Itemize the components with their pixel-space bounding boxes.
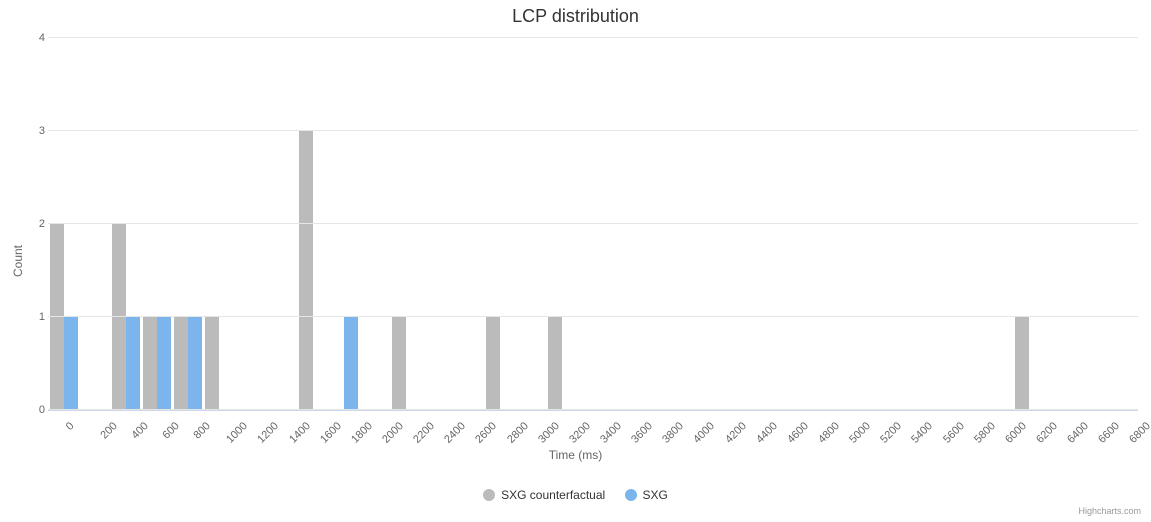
gridline [48, 223, 1138, 224]
x-tick-label: 1000 [224, 420, 250, 446]
legend-swatch-icon [483, 489, 495, 501]
x-tick-label: 1200 [256, 420, 282, 446]
x-tick-label: 5800 [972, 420, 998, 446]
x-tick-label: 2600 [474, 420, 500, 446]
x-tick-label: 6000 [1003, 420, 1029, 446]
y-tick-label: 3 [9, 125, 45, 137]
y-tick-label: 1 [9, 311, 45, 323]
x-tick-label: 6200 [1034, 420, 1060, 446]
x-axis-ticks: 0 200 400 600 800 100012001400160018002000220… [48, 414, 1138, 448]
bar[interactable] [188, 317, 202, 410]
x-tick-label: 6800 [1128, 420, 1151, 446]
y-axis-label: Count [11, 245, 25, 277]
x-tick-label: 1600 [318, 420, 344, 446]
credits-link[interactable]: Highcharts.com [1078, 506, 1141, 516]
legend-label: SXG counterfactual [501, 488, 605, 502]
bar[interactable] [299, 131, 313, 410]
gridline [48, 316, 1138, 317]
bar[interactable] [486, 317, 500, 410]
bar[interactable] [143, 317, 157, 410]
x-tick-label: 2200 [411, 420, 437, 446]
plot-area [48, 38, 1138, 411]
x-tick-label: 800 [192, 420, 213, 441]
legend: SXG counterfactual SXG [0, 488, 1151, 504]
x-tick-label: 2000 [380, 420, 406, 446]
bar[interactable] [205, 317, 219, 410]
legend-item-sxg[interactable]: SXG [625, 488, 668, 502]
bar[interactable] [344, 317, 358, 410]
y-tick-label: 2 [9, 218, 45, 230]
x-tick-label: 4600 [785, 420, 811, 446]
bar[interactable] [392, 317, 406, 410]
x-tick-label: 5400 [910, 420, 936, 446]
x-tick-label: 0 [63, 420, 76, 433]
bar[interactable] [64, 317, 78, 410]
x-tick-label: 4200 [723, 420, 749, 446]
legend-label: SXG [643, 488, 668, 502]
y-tick-label: 0 [9, 404, 45, 416]
bar[interactable] [1015, 317, 1029, 410]
x-tick-label: 4000 [692, 420, 718, 446]
x-tick-label: 600 [160, 420, 181, 441]
x-tick-label: 2800 [505, 420, 531, 446]
x-tick-label: 2400 [442, 420, 468, 446]
x-tick-label: 200 [98, 420, 119, 441]
x-tick-label: 3600 [629, 420, 655, 446]
x-tick-label: 5200 [878, 420, 904, 446]
x-tick-label: 5600 [941, 420, 967, 446]
x-tick-label: 3200 [567, 420, 593, 446]
bar[interactable] [157, 317, 171, 410]
x-tick-label: 4800 [816, 420, 842, 446]
legend-swatch-icon [625, 489, 637, 501]
chart-title: LCP distribution [0, 6, 1151, 27]
gridline [48, 130, 1138, 131]
x-tick-label: 6600 [1096, 420, 1122, 446]
x-tick-label: 3400 [598, 420, 624, 446]
bar[interactable] [50, 224, 64, 410]
y-tick-label: 4 [9, 32, 45, 44]
gridline [48, 37, 1138, 38]
bar[interactable] [174, 317, 188, 410]
x-tick-label: 400 [129, 420, 150, 441]
gridline [48, 409, 1138, 410]
lcp-distribution-chart: LCP distribution Count 0 1 2 3 4 0 200 400 600 8… [0, 0, 1151, 522]
bar[interactable] [126, 317, 140, 410]
x-tick-label: 1800 [349, 420, 375, 446]
x-axis-label: Time (ms) [0, 448, 1151, 462]
x-tick-label: 5000 [847, 420, 873, 446]
legend-item-sxg-counterfactual[interactable]: SXG counterfactual [483, 488, 605, 502]
x-tick-label: 3000 [536, 420, 562, 446]
x-tick-label: 4400 [754, 420, 780, 446]
bar[interactable] [548, 317, 562, 410]
bar[interactable] [112, 224, 126, 410]
x-tick-label: 1400 [287, 420, 313, 446]
x-tick-label: 6400 [1065, 420, 1091, 446]
x-tick-label: 3800 [660, 420, 686, 446]
